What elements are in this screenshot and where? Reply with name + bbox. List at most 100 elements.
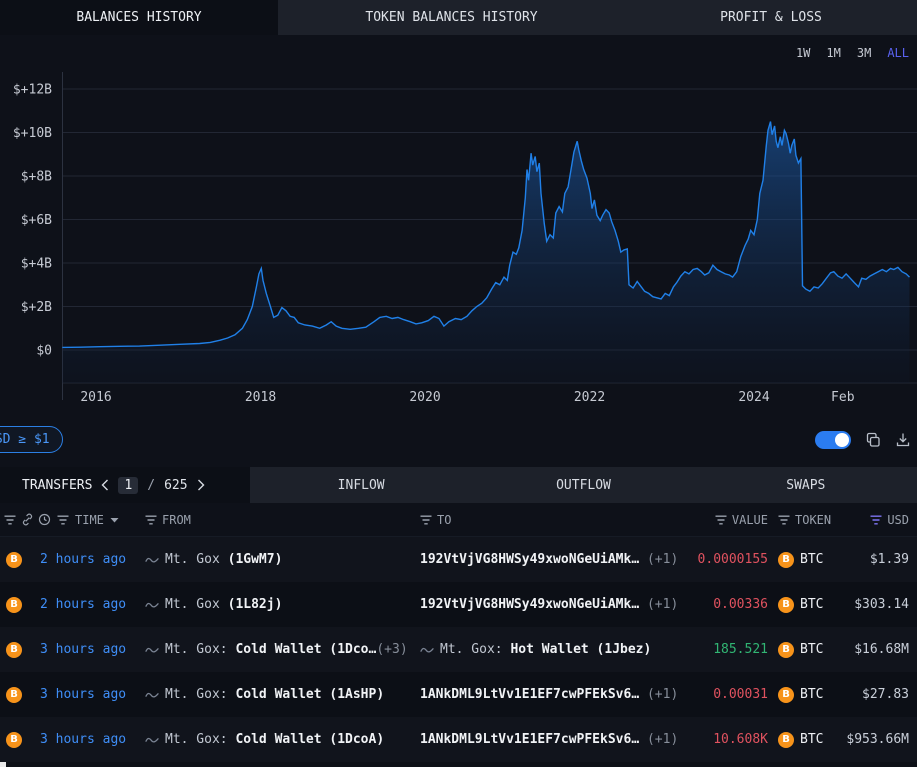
from-cell[interactable]: Mt. Gox: Cold Wallet (1DcoA) [140, 732, 420, 747]
from-name: (1L82j) [220, 597, 283, 612]
entity-squiggle-icon [145, 645, 159, 655]
page-prev-button[interactable] [101, 479, 109, 491]
tab-inflow[interactable]: INFLOW [250, 467, 472, 503]
transfer-time-link[interactable]: 2 hours ago [34, 597, 140, 612]
link-icon[interactable] [21, 513, 34, 526]
clock-icon [38, 513, 51, 526]
to-cell[interactable]: 192VtVjVG8HWSy49xwoNGeUiAMk… (+1) [420, 597, 678, 612]
to-name: 1ANkDML9LtVv1E1EF7cwPFEkSv6… [420, 687, 639, 702]
token-symbol: BTC [800, 597, 823, 612]
range-1w[interactable]: 1W [796, 46, 810, 60]
transfers-tab-bar: TRANSFERS 1 / 625 INFLOW OUTFLOW SWAPS [0, 467, 917, 503]
token-cell[interactable]: BBTC [768, 642, 838, 658]
transfer-row[interactable]: B2 hours agoMt. Gox (1GwM7)192VtVjVG8HWS… [0, 537, 917, 582]
to-cell[interactable]: 192VtVjVG8HWSy49xwoNGeUiAMk… (+1) [420, 552, 678, 567]
transfer-row[interactable]: B2 hours agoMt. Gox (1L82j)192VtVjVG8HWS… [0, 582, 917, 627]
tab-token-balances-history-label: TOKEN BALANCES HISTORY [365, 10, 537, 25]
token-symbol: BTC [800, 642, 823, 657]
tab-balances-history[interactable]: BALANCES HISTORY [0, 0, 278, 35]
transfer-time-link[interactable]: 3 hours ago [34, 687, 140, 702]
svg-text:$0: $0 [36, 344, 52, 359]
value-cell: 10.608K [678, 732, 768, 747]
to-extra-count: (+1) [639, 687, 678, 702]
tab-profit-loss-label: PROFIT & LOSS [720, 10, 822, 25]
filter-icon[interactable] [4, 515, 16, 525]
time-column-header[interactable]: TIME [34, 513, 140, 527]
range-all[interactable]: ALL [887, 46, 909, 60]
page-next-button[interactable] [197, 479, 205, 491]
from-cell[interactable]: Mt. Gox: Cold Wallet (1AsHP) [140, 687, 420, 702]
transfers-label: TRANSFERS [22, 478, 92, 493]
tab-token-balances-history[interactable]: TOKEN BALANCES HISTORY [278, 0, 625, 35]
bitcoin-token-icon: B [778, 597, 794, 613]
range-3m[interactable]: 3M [857, 46, 871, 60]
entity-squiggle-icon [145, 690, 159, 700]
token-cell[interactable]: BBTC [768, 687, 838, 703]
copy-icon[interactable] [865, 432, 881, 448]
filter-icon[interactable] [420, 515, 432, 525]
usd-cell: $1.39 [838, 552, 917, 567]
to-extra-count: (+1) [639, 597, 678, 612]
token-cell[interactable]: BBTC [768, 552, 838, 568]
toggle-knob [835, 433, 849, 447]
range-1m[interactable]: 1M [826, 46, 840, 60]
transfer-time-link[interactable]: 2 hours ago [34, 552, 140, 567]
caret-down-icon[interactable] [110, 517, 119, 523]
scroll-artifact [0, 762, 6, 767]
bitcoin-token-icon: B [778, 732, 794, 748]
transfer-time-link[interactable]: 3 hours ago [34, 642, 140, 657]
usd-column-header[interactable]: USD [838, 513, 917, 527]
page-total: 625 [164, 478, 187, 493]
to-column-header[interactable]: TO [420, 513, 678, 527]
from-name: Cold Wallet (1Dco… [228, 642, 377, 657]
to-cell[interactable]: 1ANkDML9LtVv1E1EF7cwPFEkSv6… (+1) [420, 732, 678, 747]
transfer-row[interactable]: B3 hours agoMt. Gox: Cold Wallet (1AsHP)… [0, 672, 917, 717]
filter-icon[interactable] [57, 515, 69, 525]
from-entity-prefix: Mt. Gox: [165, 732, 228, 747]
svg-text:Feb: Feb [831, 390, 855, 405]
from-cell[interactable]: Mt. Gox (1GwM7) [140, 552, 420, 567]
svg-text:$+8B: $+8B [21, 170, 52, 185]
to-cell[interactable]: Mt. Gox: Hot Wallet (1Jbez) [420, 642, 678, 657]
from-column-header[interactable]: FROM [140, 513, 420, 527]
tab-outflow[interactable]: OUTFLOW [472, 467, 694, 503]
to-name: 1ANkDML9LtVv1E1EF7cwPFEkSv6… [420, 732, 639, 747]
to-cell[interactable]: 1ANkDML9LtVv1E1EF7cwPFEkSv6… (+1) [420, 687, 678, 702]
tab-profit-loss[interactable]: PROFIT & LOSS [625, 0, 917, 35]
entity-squiggle-icon [145, 735, 159, 745]
chart-filter-row: USD ≥ $1 [0, 412, 917, 467]
tab-transfers[interactable]: TRANSFERS 1 / 625 [0, 467, 250, 503]
from-cell[interactable]: Mt. Gox (1L82j) [140, 597, 420, 612]
from-name: Cold Wallet (1DcoA) [228, 732, 385, 747]
filter-icon[interactable] [145, 515, 157, 525]
balances-history-chart-svg[interactable]: $+12B$+10B$+8B$+6B$+4B$+2B$0201620182020… [0, 70, 917, 412]
filter-icon[interactable] [778, 515, 790, 525]
download-icon[interactable] [895, 432, 911, 448]
transfer-row[interactable]: B 3 hours agoMt. Gox: Cold Wallet (1Dco…(… [0, 627, 917, 672]
transfer-row[interactable]: B3 hours agoMt. Gox: Cold Wallet (1DcoA)… [0, 717, 917, 762]
filter-icon-active[interactable] [870, 515, 882, 525]
token-symbol: BTC [800, 732, 823, 747]
from-name: (1GwM7) [220, 552, 283, 567]
svg-text:2018: 2018 [245, 390, 276, 405]
filter-icon[interactable] [715, 515, 727, 525]
token-cell[interactable]: B BTC [768, 732, 838, 748]
token-symbol: BTC [800, 687, 823, 702]
chain-column-header[interactable] [0, 513, 34, 526]
tab-swaps[interactable]: SWAPS [695, 467, 917, 503]
bitcoin-chain-icon: B [6, 642, 22, 658]
token-cell[interactable]: B BTC [768, 597, 838, 613]
from-entity-prefix: Mt. Gox: [165, 642, 228, 657]
transfer-time-link[interactable]: 3 hours ago [34, 732, 140, 747]
page-divider: / [147, 478, 155, 493]
usd-filter-chip[interactable]: USD ≥ $1 [0, 426, 63, 453]
token-column-header[interactable]: TOKEN [768, 513, 838, 527]
balances-history-chart[interactable]: $+12B$+10B$+8B$+6B$+4B$+2B$0201620182020… [0, 70, 917, 412]
chart-toggle-switch[interactable] [815, 431, 851, 449]
top-tab-bar: BALANCES HISTORY TOKEN BALANCES HISTORY … [0, 0, 917, 35]
from-cell[interactable]: Mt. Gox: Cold Wallet (1Dco…(+3) [140, 642, 420, 657]
tab-balances-history-label: BALANCES HISTORY [76, 10, 201, 25]
chain-cell: B [0, 597, 34, 613]
transfers-table-body: B2 hours agoMt. Gox (1GwM7)192VtVjVG8HWS… [0, 537, 917, 762]
value-column-header[interactable]: VALUE [678, 513, 768, 527]
